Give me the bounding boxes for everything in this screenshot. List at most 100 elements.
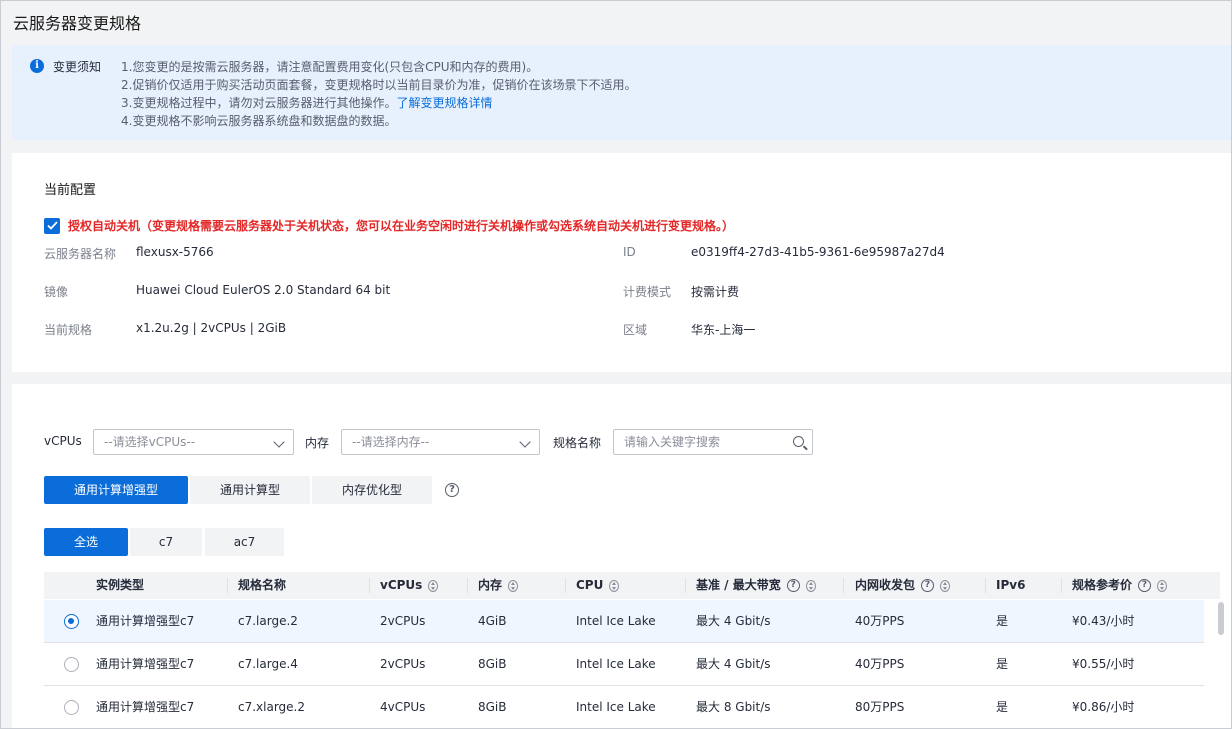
spec-name-filter-label: 规格名称 bbox=[553, 436, 602, 450]
cell-memory: 8GiB bbox=[478, 700, 507, 714]
column-divider bbox=[685, 578, 686, 593]
notice-title: 变更须知 bbox=[53, 60, 102, 74]
row-radio[interactable] bbox=[64, 657, 79, 672]
cell-cpu: Intel Ice Lake bbox=[576, 657, 656, 671]
th-ipv6: IPv6 bbox=[996, 572, 1025, 599]
th-label: 规格参考价 bbox=[1072, 578, 1133, 592]
th-cpu[interactable]: CPU bbox=[576, 572, 620, 599]
memory-select-placeholder: --请选择内存-- bbox=[352, 435, 430, 449]
th-memory[interactable]: 内存 bbox=[478, 572, 519, 599]
cell-spec-name: c7.large.4 bbox=[238, 657, 298, 671]
field-label: 计费模式 bbox=[623, 285, 672, 299]
th-label: IPv6 bbox=[996, 578, 1026, 592]
th-spec-name: 规格名称 bbox=[238, 572, 286, 599]
vcpus-filter-label: vCPUs bbox=[44, 434, 82, 448]
cell-vcpus: 2vCPUs bbox=[380, 614, 426, 628]
tab-series-ac7[interactable]: ac7 bbox=[205, 528, 284, 556]
check-icon bbox=[46, 221, 58, 230]
th-bandwidth[interactable]: 基准 / 最大带宽? bbox=[696, 572, 816, 599]
notice-banner: i 变更须知 1.您变更的是按需云服务器，请注意配置费用变化(只包含CPU和内存… bbox=[12, 45, 1231, 140]
cell-pps: 40万PPS bbox=[855, 657, 905, 671]
cell-spec-name: c7.xlarge.2 bbox=[238, 700, 306, 714]
help-icon[interactable]: ? bbox=[786, 579, 800, 592]
field-label: 云服务器名称 bbox=[44, 247, 117, 261]
th-label: CPU bbox=[576, 578, 604, 592]
th-label: 实例类型 bbox=[96, 578, 145, 592]
tab-general-enhanced[interactable]: 通用计算增强型 bbox=[44, 476, 188, 504]
cell-memory: 4GiB bbox=[478, 614, 507, 628]
th-price[interactable]: 规格参考价? bbox=[1072, 572, 1168, 599]
sort-icon[interactable] bbox=[508, 579, 519, 592]
column-divider bbox=[985, 578, 986, 593]
memory-filter-label: 内存 bbox=[305, 436, 330, 450]
info-icon: i bbox=[30, 59, 44, 73]
field-value: e0319ff4-27d3-41b5-9361-6e95987a27d4 bbox=[691, 245, 945, 259]
section-title: 当前配置 bbox=[44, 183, 97, 198]
th-label: 基准 / 最大带宽 bbox=[696, 578, 781, 592]
tab-memory-optimized[interactable]: 内存优化型 bbox=[312, 476, 432, 504]
notice-lines: 1.您变更的是按需云服务器，请注意配置费用变化(只包含CPU和内存的费用)。 2… bbox=[121, 58, 636, 130]
help-icon[interactable]: ? bbox=[445, 483, 459, 497]
vcpus-select[interactable]: --请选择vCPUs-- bbox=[93, 429, 294, 455]
sort-icon[interactable] bbox=[428, 579, 439, 592]
notice-line: 2.促销价仅适用于购买活动页面套餐，变更规格时以当前目录价为准，促销价在该场景下… bbox=[121, 78, 637, 92]
column-divider bbox=[843, 578, 844, 593]
cell-price: ¥0.43/小时 bbox=[1072, 614, 1135, 628]
search-icon bbox=[793, 436, 804, 447]
auto-shutdown-checkbox[interactable] bbox=[44, 217, 60, 234]
cell-instance-type: 通用计算增强型c7 bbox=[96, 657, 195, 671]
memory-select[interactable]: --请选择内存-- bbox=[341, 429, 540, 455]
chevron-down-icon bbox=[273, 436, 285, 448]
tab-general[interactable]: 通用计算型 bbox=[190, 476, 310, 504]
cell-bandwidth: 最大 8 Gbit/s bbox=[696, 700, 771, 714]
auto-shutdown-label: 授权自动关机（变更规格需要云服务器处于关机状态，您可以在业务空闲时进行关机操作或… bbox=[68, 219, 735, 233]
field-value: 按需计费 bbox=[691, 285, 740, 299]
th-pps[interactable]: 内网收发包? bbox=[855, 572, 951, 599]
tab-select-all[interactable]: 全选 bbox=[44, 528, 128, 556]
cell-ipv6: 是 bbox=[996, 657, 1009, 671]
cell-pps: 40万PPS bbox=[855, 614, 905, 628]
column-divider bbox=[369, 578, 370, 593]
vcpus-select-placeholder: --请选择vCPUs-- bbox=[104, 435, 196, 449]
sort-icon[interactable] bbox=[940, 579, 951, 592]
table-row[interactable]: 通用计算增强型c7 c7.large.4 2vCPUs 8GiB Intel I… bbox=[44, 643, 1204, 686]
cell-bandwidth: 最大 4 Gbit/s bbox=[696, 614, 771, 628]
th-label: 内存 bbox=[478, 578, 503, 592]
spec-search-input[interactable]: 请输入关键字搜索 bbox=[613, 429, 813, 455]
help-icon[interactable]: ? bbox=[1138, 579, 1152, 592]
cell-ipv6: 是 bbox=[996, 614, 1009, 628]
field-value: flexusx-5766 bbox=[136, 245, 214, 259]
table-row[interactable]: 通用计算增强型c7 c7.large.2 2vCPUs 4GiB Intel I… bbox=[44, 600, 1204, 643]
field-label: 当前规格 bbox=[44, 323, 93, 337]
th-vcpus[interactable]: vCPUs bbox=[380, 572, 439, 599]
cell-ipv6: 是 bbox=[996, 700, 1009, 714]
column-divider bbox=[565, 578, 566, 593]
field-label: ID bbox=[623, 245, 636, 259]
cell-vcpus: 2vCPUs bbox=[380, 657, 426, 671]
table-scrollbar[interactable] bbox=[1218, 602, 1224, 635]
field-label: 镜像 bbox=[44, 285, 69, 299]
sort-icon[interactable] bbox=[1157, 579, 1168, 592]
cell-memory: 8GiB bbox=[478, 657, 507, 671]
cell-instance-type: 通用计算增强型c7 bbox=[96, 700, 195, 714]
cell-instance-type: 通用计算增强型c7 bbox=[96, 614, 195, 628]
column-divider bbox=[227, 578, 228, 593]
column-divider bbox=[467, 578, 468, 593]
spec-search-placeholder: 请输入关键字搜索 bbox=[624, 435, 721, 449]
row-radio[interactable] bbox=[64, 700, 79, 715]
spec-select-card: vCPUs --请选择vCPUs-- 内存 --请选择内存-- 规格名称 请输入… bbox=[12, 384, 1231, 728]
table-row[interactable]: 通用计算增强型c7 c7.xlarge.2 4vCPUs 8GiB Intel … bbox=[44, 686, 1204, 728]
row-radio[interactable] bbox=[64, 614, 79, 629]
learn-more-link[interactable]: 了解变更规格详情 bbox=[396, 96, 492, 110]
column-divider bbox=[1061, 578, 1062, 593]
sort-icon[interactable] bbox=[805, 579, 816, 592]
sort-icon[interactable] bbox=[609, 579, 620, 592]
auto-shutdown-row: 授权自动关机（变更规格需要云服务器处于关机状态，您可以在业务空闲时进行关机操作或… bbox=[44, 217, 734, 234]
notice-line-text: 3.变更规格过程中，请勿对云服务器进行其他操作。 bbox=[121, 96, 397, 110]
th-label: vCPUs bbox=[380, 578, 423, 592]
help-icon[interactable]: ? bbox=[921, 579, 935, 592]
cell-bandwidth: 最大 4 Gbit/s bbox=[696, 657, 771, 671]
chevron-down-icon bbox=[519, 436, 531, 448]
cell-price: ¥0.86/小时 bbox=[1072, 700, 1135, 714]
tab-series-c7[interactable]: c7 bbox=[130, 528, 202, 556]
